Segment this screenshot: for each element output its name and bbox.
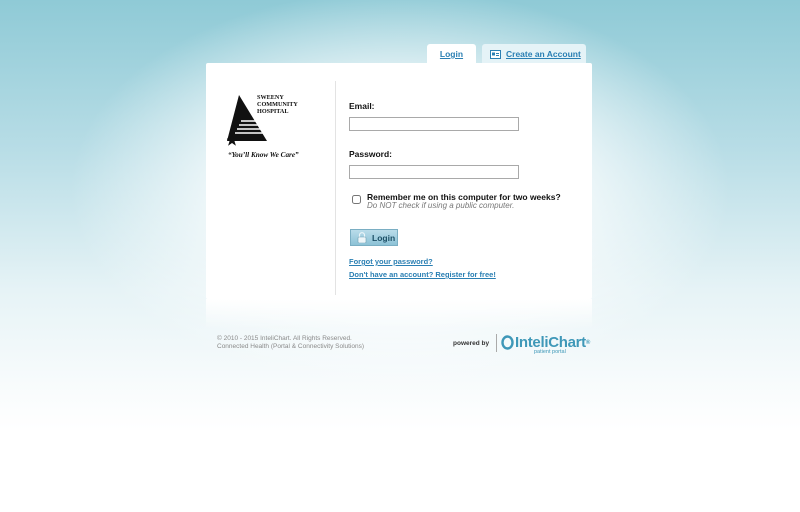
lock-icon bbox=[357, 232, 367, 243]
footer-copyright: © 2010 - 2015 InteliChart. All Rights Re… bbox=[217, 335, 364, 350]
email-field[interactable] bbox=[349, 117, 519, 131]
tab-login-label: Login bbox=[439, 49, 464, 59]
footer-line1: © 2010 - 2015 InteliChart. All Rights Re… bbox=[217, 335, 352, 342]
tab-login[interactable]: Login bbox=[427, 44, 476, 64]
login-panel: SWEENY COMMUNITY HOSPITAL “You’ll Know W… bbox=[206, 63, 592, 299]
intelichart-logo: InteliChart ® patient portal bbox=[501, 333, 590, 355]
remember-me-note: Do NOT check if using a public computer. bbox=[367, 201, 515, 210]
hospital-name-line3: HOSPITAL bbox=[257, 107, 289, 115]
hospital-tagline: “You’ll Know We Care” bbox=[228, 151, 299, 159]
register-link[interactable]: Don't have an account? Register for free… bbox=[349, 270, 496, 279]
powered-by-label: powered by bbox=[453, 340, 490, 347]
tab-create-account[interactable]: Create an Account bbox=[482, 44, 586, 64]
password-label: Password: bbox=[349, 149, 392, 159]
email-label: Email: bbox=[349, 101, 375, 111]
intelichart-subtitle: patient portal bbox=[534, 349, 566, 355]
login-button[interactable]: Login bbox=[350, 229, 398, 246]
forgot-password-link[interactable]: Forgot your password? bbox=[349, 257, 433, 266]
login-button-label: Login bbox=[372, 232, 396, 243]
intelichart-registered: ® bbox=[585, 340, 590, 346]
remember-me-checkbox[interactable] bbox=[352, 195, 361, 204]
powered-by-divider bbox=[496, 334, 497, 352]
password-field[interactable] bbox=[349, 165, 519, 179]
tab-create-account-label: Create an Account bbox=[506, 49, 581, 59]
id-card-icon bbox=[490, 49, 501, 59]
intelichart-o-icon bbox=[501, 335, 514, 350]
hospital-logo: SWEENY COMMUNITY HOSPITAL “You’ll Know W… bbox=[227, 94, 317, 165]
panel-fade bbox=[206, 299, 592, 329]
hospital-name: SWEENY COMMUNITY HOSPITAL bbox=[257, 94, 298, 115]
panel-divider bbox=[335, 81, 336, 295]
footer-line2: Connected Health (Portal & Connectivity … bbox=[217, 342, 365, 350]
